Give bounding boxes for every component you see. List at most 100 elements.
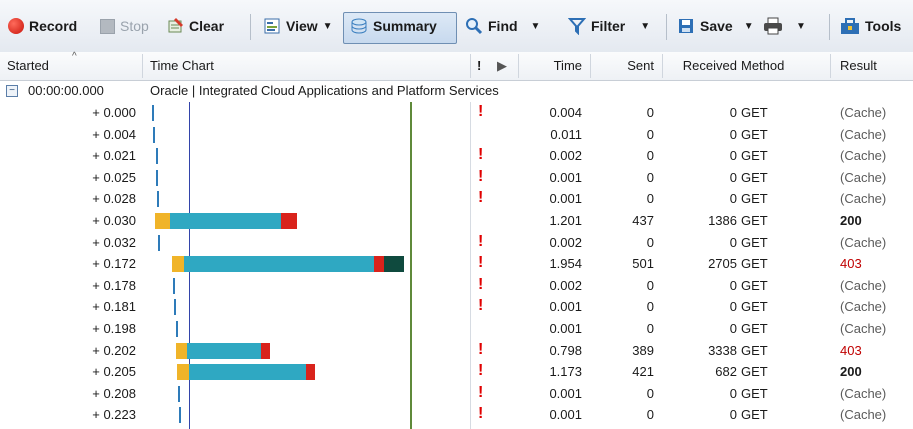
print-button[interactable]: ▼ — [763, 0, 806, 52]
row-started: + 0.021 — [92, 148, 136, 164]
method-column-header[interactable]: Method — [741, 52, 784, 80]
timeline-bar-segment — [184, 256, 374, 273]
row-time: 1.201 — [549, 213, 582, 228]
table-row[interactable]: + 0.223! 0.001 0 0 GET (Cache) — [0, 404, 913, 426]
save-dropdown-icon: ▼ — [743, 20, 754, 32]
received-column-header[interactable]: Received — [664, 52, 737, 80]
clear-button[interactable]: Clear — [166, 0, 224, 52]
table-row[interactable]: + 0.000! 0.004 0 0 GET (Cache) — [0, 102, 913, 124]
table-row[interactable]: + 0.025! 0.001 0 0 GET (Cache) — [0, 167, 913, 189]
row-method: GET — [741, 342, 768, 358]
timeline-tick — [157, 191, 159, 208]
row-result: (Cache) — [840, 191, 887, 207]
row-started: + 0.028 — [92, 191, 136, 207]
header-divider — [518, 54, 519, 78]
time-header-label: Time — [553, 58, 582, 73]
row-received: 0 — [729, 191, 737, 207]
table-row[interactable]: + 0.198 0.001 0 0 GET (Cache) — [0, 318, 913, 340]
row-time: 0.002 — [549, 234, 582, 250]
row-result: (Cache) — [840, 126, 887, 142]
time-chart-column-header[interactable]: Time Chart — [150, 52, 214, 80]
result-header-label: Result — [840, 58, 877, 73]
row-sent: 0 — [646, 407, 654, 423]
row-time: 0.001 — [549, 169, 582, 185]
row-time: 0.001 — [549, 385, 582, 401]
row-result: (Cache) — [840, 148, 887, 164]
filter-button[interactable]: Filter ▼ — [568, 0, 650, 52]
table-row[interactable]: + 0.028! 0.001 0 0 GET (Cache) — [0, 188, 913, 210]
row-sent: 0 — [646, 148, 654, 164]
row-sent: 0 — [646, 234, 654, 250]
row-result: (Cache) — [840, 407, 887, 423]
timeline-bar-segment — [176, 342, 187, 359]
row-started: + 0.025 — [92, 169, 136, 185]
stop-button[interactable]: Stop — [100, 0, 149, 52]
timeline-bar-segment — [189, 364, 306, 381]
row-received: 0 — [729, 234, 737, 250]
group-row[interactable]: − 00:00:00.000 Oracle | Integrated Cloud… — [0, 80, 913, 102]
find-button[interactable]: Find ▼ — [465, 0, 540, 52]
row-received: 1386 — [708, 213, 737, 228]
view-dropdown-icon: ▼ — [322, 20, 333, 32]
table-row[interactable]: + 0.202! 0.798 389 3338 GET 403 — [0, 340, 913, 362]
record-button[interactable]: Record — [8, 0, 77, 52]
sent-column-header[interactable]: Sent — [592, 52, 654, 80]
result-column-header[interactable]: Result — [840, 52, 877, 80]
row-received: 0 — [729, 277, 737, 293]
row-received: 0 — [729, 148, 737, 164]
row-sent: 0 — [646, 385, 654, 401]
table-row[interactable]: + 0.178! 0.002 0 0 GET (Cache) — [0, 275, 913, 297]
table-row[interactable]: + 0.181! 0.001 0 0 GET (Cache) — [0, 296, 913, 318]
row-method: GET — [741, 364, 768, 380]
time-chart-header-label: Time Chart — [150, 58, 214, 73]
summary-button[interactable]: Summary — [350, 0, 437, 52]
warning-icon: ! — [478, 383, 484, 401]
group-title: Oracle | Integrated Cloud Applications a… — [150, 83, 499, 98]
timeline-bar-segment — [172, 256, 184, 273]
table-row[interactable]: + 0.205! 1.173 421 682 GET 200 — [0, 361, 913, 383]
timeline-tick — [178, 385, 180, 402]
timeline-bar-segment — [170, 213, 281, 229]
row-started: + 0.198 — [92, 321, 136, 336]
started-column-header[interactable]: Started — [7, 52, 49, 80]
collapse-icon[interactable]: − — [6, 85, 18, 97]
header-divider — [142, 54, 143, 78]
view-button[interactable]: View ▼ — [263, 0, 333, 52]
row-time: 1.173 — [549, 364, 582, 380]
save-label: Save — [700, 18, 733, 34]
row-sent: 501 — [632, 256, 654, 272]
timeline-bar-segment — [281, 213, 297, 229]
timeline-tick — [156, 169, 158, 186]
table-row[interactable]: + 0.208! 0.001 0 0 GET (Cache) — [0, 383, 913, 405]
row-received: 0 — [729, 126, 737, 142]
marker-column-header[interactable]: ▶ — [497, 52, 507, 80]
row-sent: 437 — [632, 213, 654, 228]
time-column-header[interactable]: Time — [520, 52, 582, 80]
save-button[interactable]: Save ▼ — [677, 0, 754, 52]
filter-icon — [568, 18, 586, 35]
column-header: Started ^ Time Chart ! ▶ Time Sent Recei… — [0, 51, 913, 81]
row-started: + 0.205 — [92, 364, 136, 380]
flag-column-header[interactable]: ! — [477, 52, 481, 80]
timeline-tick — [173, 277, 175, 294]
row-received: 0 — [729, 169, 737, 185]
header-divider — [662, 54, 663, 78]
table-row[interactable]: + 0.172! 1.954 501 2705 GET 403 — [0, 253, 913, 275]
row-result: (Cache) — [840, 105, 887, 120]
table-row[interactable]: + 0.032! 0.002 0 0 GET (Cache) — [0, 232, 913, 254]
clear-label: Clear — [189, 18, 225, 34]
table-row[interactable]: + 0.021! 0.002 0 0 GET (Cache) — [0, 145, 913, 167]
warning-icon: ! — [478, 297, 484, 315]
toolbar-divider — [250, 14, 251, 40]
row-result: (Cache) — [840, 234, 887, 250]
timeline-bar-segment — [177, 364, 189, 381]
row-started: + 0.178 — [92, 277, 136, 293]
row-method: GET — [741, 126, 768, 142]
table-row[interactable]: + 0.030 1.201 437 1386 GET 200 — [0, 210, 913, 232]
row-result: (Cache) — [840, 321, 887, 336]
row-sent: 389 — [632, 342, 654, 358]
row-result: 200 — [840, 364, 862, 380]
table-row[interactable]: + 0.004 0.011 0 0 GET (Cache) — [0, 124, 913, 146]
filter-dropdown-icon: ▼ — [640, 20, 651, 32]
tools-button[interactable]: Tools — [840, 0, 901, 52]
